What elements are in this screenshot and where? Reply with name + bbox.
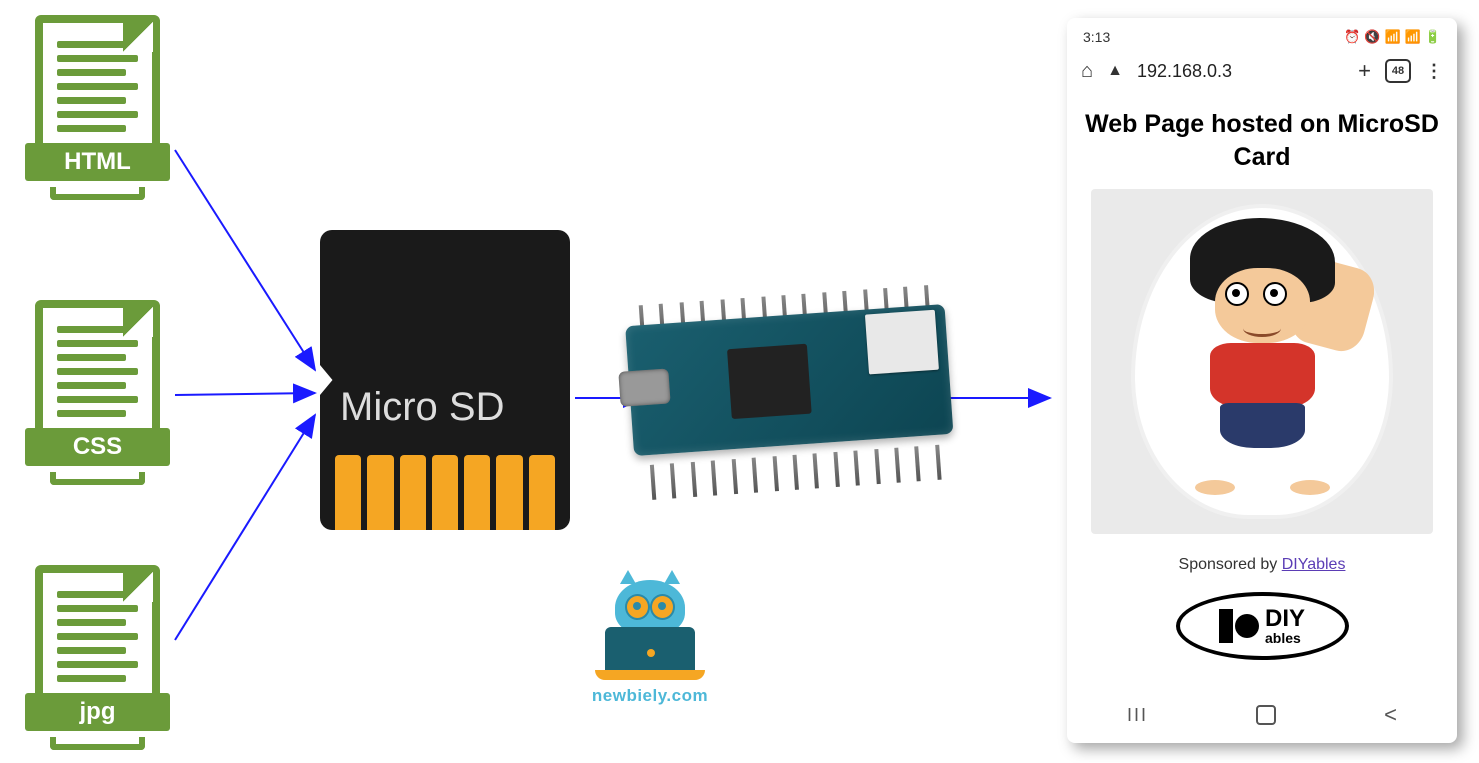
file-label-css: CSS (25, 428, 170, 466)
nav-back-button[interactable]: < (1384, 702, 1397, 728)
battery-icon: 🔋 (1425, 29, 1441, 45)
phone-nav-bar: III < (1073, 693, 1451, 737)
alarm-icon: ⏰ (1344, 29, 1360, 45)
diyables-logo: DIY ables (1176, 592, 1349, 660)
menu-dots-icon[interactable]: ⋮ (1425, 61, 1443, 82)
new-tab-icon[interactable]: + (1358, 58, 1371, 84)
arduino-nano-esp32 (581, 246, 998, 533)
insecure-warning-icon[interactable]: ▲ (1107, 62, 1123, 80)
wifi-icon: 📶 (1384, 29, 1400, 45)
sponsor-link[interactable]: DIYables (1282, 556, 1346, 573)
sponsor-prefix: Sponsored by (1179, 556, 1282, 573)
phone-mockup: 3:13 ⏰ 🔇 📶 📶 🔋 ⌂ ▲ 192.168.0.3 + 48 ⋮ We… (1067, 18, 1457, 743)
microsd-label: Micro SD (340, 385, 504, 430)
tab-count[interactable]: 48 (1385, 59, 1411, 83)
file-label-jpg: jpg (25, 693, 170, 731)
microsd-card: Micro SD (320, 230, 570, 530)
file-icon-jpg: jpg (25, 565, 170, 750)
diy-logo-big: DIY (1265, 607, 1305, 631)
browser-address-bar: ⌂ ▲ 192.168.0.3 + 48 ⋮ (1073, 50, 1451, 92)
hero-image (1091, 189, 1433, 534)
diy-logo-small: ables (1265, 631, 1305, 645)
microsd-contacts (335, 455, 555, 530)
newbiely-logo: newbiely.com (590, 580, 710, 706)
nav-home-button[interactable] (1256, 705, 1276, 725)
nav-recents-button[interactable]: III (1127, 705, 1148, 726)
file-icon-css: CSS (25, 300, 170, 485)
newbiely-site-text: newbiely.com (590, 686, 710, 706)
page-title: Web Page hosted on MicroSD Card (1073, 92, 1451, 185)
file-label-html: HTML (25, 143, 170, 181)
phone-status-icons: ⏰ 🔇 📶 📶 🔋 (1344, 29, 1441, 45)
sponsor-line: Sponsored by DIYables (1073, 556, 1451, 574)
phone-time: 3:13 (1083, 29, 1110, 45)
diagram-canvas: HTML CSS jpg Micro SD newbiely.com (0, 0, 1479, 763)
signal-icon: 📶 (1405, 29, 1421, 45)
file-icon-html: HTML (25, 15, 170, 200)
url-text[interactable]: 192.168.0.3 (1137, 61, 1344, 82)
home-icon[interactable]: ⌂ (1081, 60, 1093, 83)
mute-icon: 🔇 (1364, 29, 1380, 45)
phone-status-bar: 3:13 ⏰ 🔇 📶 📶 🔋 (1073, 24, 1451, 50)
